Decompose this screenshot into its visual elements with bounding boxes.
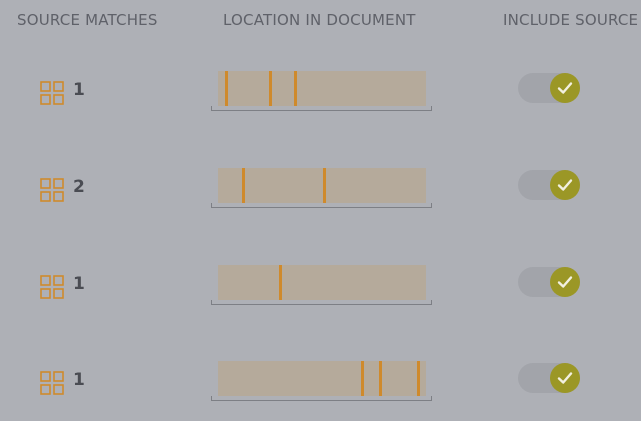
location-bar-bracket [211,203,432,208]
match-location-marker [269,71,272,106]
match-location-marker [241,168,245,203]
checkmark-icon [557,179,573,191]
location-bar-bracket [211,300,432,305]
match-location-marker [225,71,229,106]
source-row: 2 [0,168,641,228]
match-count: 1 [73,370,85,390]
include-source-toggle[interactable] [518,267,580,297]
toggle-knob [550,363,580,393]
match-location-marker [360,361,364,396]
source-row: 1 [0,71,641,131]
checkmark-icon [557,276,573,288]
include-source-toggle[interactable] [518,170,580,200]
grid-icon[interactable] [40,275,64,299]
checkmark-icon [557,82,573,94]
match-location-marker [416,361,420,396]
match-location-marker [323,168,327,203]
source-row: 1 [0,265,641,325]
checkmark-icon [557,372,573,384]
include-source-toggle[interactable] [518,363,580,393]
location-bar-bracket [211,106,432,111]
header-location-in-document: LOCATION IN DOCUMENT [223,11,416,29]
toggle-knob [550,267,580,297]
grid-icon[interactable] [40,178,64,202]
location-bar-track [218,361,426,396]
match-location-marker [279,265,283,300]
location-bar-track [218,71,426,106]
include-source-toggle[interactable] [518,73,580,103]
source-row: 1 [0,361,641,421]
match-location-marker [293,71,297,106]
match-count: 1 [73,274,85,294]
toggle-knob [550,73,580,103]
grid-icon[interactable] [40,371,64,395]
match-count: 2 [73,177,85,197]
match-location-marker [379,361,383,396]
match-count: 1 [73,80,85,100]
header-source-matches: SOURCE MATCHES [17,11,158,29]
location-bar-bracket [211,396,432,401]
location-bar[interactable] [211,71,432,113]
location-bar[interactable] [211,265,432,307]
grid-icon[interactable] [40,81,64,105]
toggle-knob [550,170,580,200]
location-bar[interactable] [211,361,432,403]
location-bar[interactable] [211,168,432,210]
header-include-source: INCLUDE SOURCE [503,11,639,29]
location-bar-track [218,168,426,203]
location-bar-track [218,265,426,300]
